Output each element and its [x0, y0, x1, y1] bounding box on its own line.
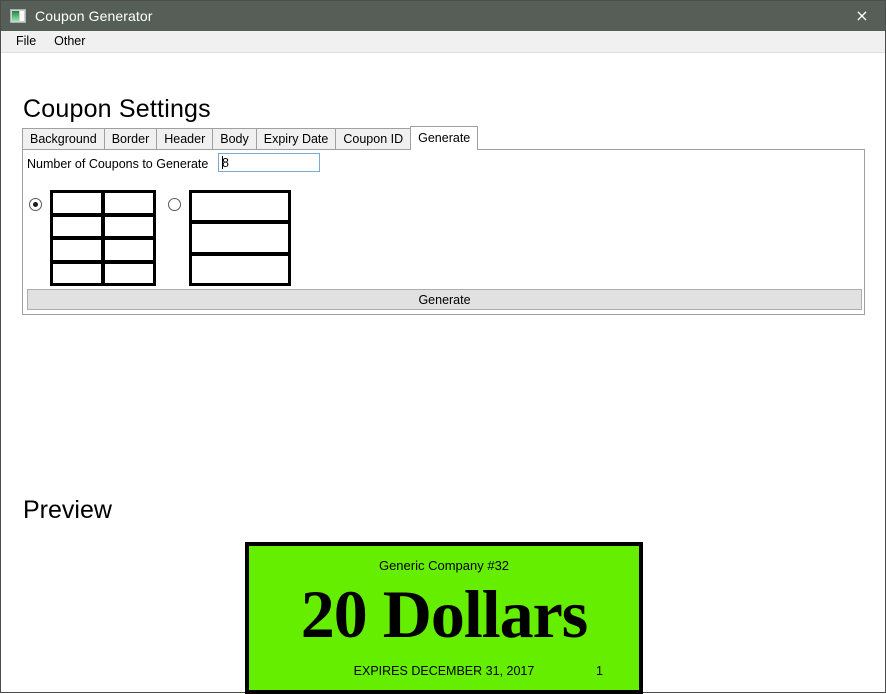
- tab-generate[interactable]: Generate: [410, 126, 479, 150]
- coupon-amount: 20 Dollars: [300, 576, 589, 652]
- tab-body[interactable]: Body: [212, 128, 257, 149]
- tab-coupon-id[interactable]: Coupon ID: [335, 128, 412, 149]
- coupon-expiry-date: EXPIRES DECEMBER 31, 2017: [353, 664, 535, 678]
- menu-bar: File Other: [1, 31, 885, 53]
- app-window: Coupon Generator × File Other Coupon Set…: [0, 0, 886, 694]
- layout-thumbnail-grid-2x4[interactable]: [50, 190, 156, 286]
- tab-background[interactable]: Background: [22, 128, 105, 149]
- text-caret: [222, 156, 223, 169]
- coupon-count-input[interactable]: [218, 153, 320, 172]
- close-icon[interactable]: ×: [839, 1, 885, 31]
- tab-expiry-date[interactable]: Expiry Date: [255, 128, 337, 149]
- generate-tab-panel: Number of Coupons to Generate 8 Generate: [22, 149, 865, 315]
- layout-cell: [53, 263, 101, 283]
- tab-strip: Background Border Header Body Expiry Dat…: [22, 126, 479, 150]
- layout-cell: [192, 255, 288, 283]
- coupon-count-label: Number of Coupons to Generate: [27, 157, 209, 171]
- layout-thumbnail-grid-1x3[interactable]: [189, 190, 291, 286]
- coupon-id-number: 1: [596, 664, 603, 678]
- client-area: Coupon Settings Background Border Header…: [1, 53, 885, 694]
- tab-border[interactable]: Border: [103, 128, 158, 149]
- layout-cell: [53, 193, 101, 213]
- layout-cell: [105, 216, 153, 236]
- window-title: Coupon Generator: [35, 8, 153, 24]
- title-bar: Coupon Generator ×: [1, 1, 885, 31]
- tab-header[interactable]: Header: [156, 128, 214, 149]
- page-title: Coupon Settings: [23, 95, 211, 123]
- radio-layout-grid-1x3[interactable]: [168, 198, 181, 211]
- layout-cell: [53, 240, 101, 260]
- layout-cell: [192, 224, 288, 252]
- menu-item-file[interactable]: File: [7, 33, 45, 51]
- app-window-icon: [10, 9, 26, 23]
- preview-heading: Preview: [23, 496, 112, 524]
- coupon-preview: Generic Company #32 20 Dollars EXPIRES D…: [245, 542, 643, 694]
- coupon-company-name: Generic Company #32: [378, 558, 510, 573]
- layout-cell: [192, 193, 288, 221]
- generate-button[interactable]: Generate: [27, 289, 862, 310]
- radio-layout-grid-2x4[interactable]: [29, 198, 42, 211]
- menu-item-other[interactable]: Other: [45, 33, 94, 51]
- layout-cell: [105, 263, 153, 283]
- layout-cell: [105, 193, 153, 213]
- layout-cell: [105, 240, 153, 260]
- layout-cell: [53, 216, 101, 236]
